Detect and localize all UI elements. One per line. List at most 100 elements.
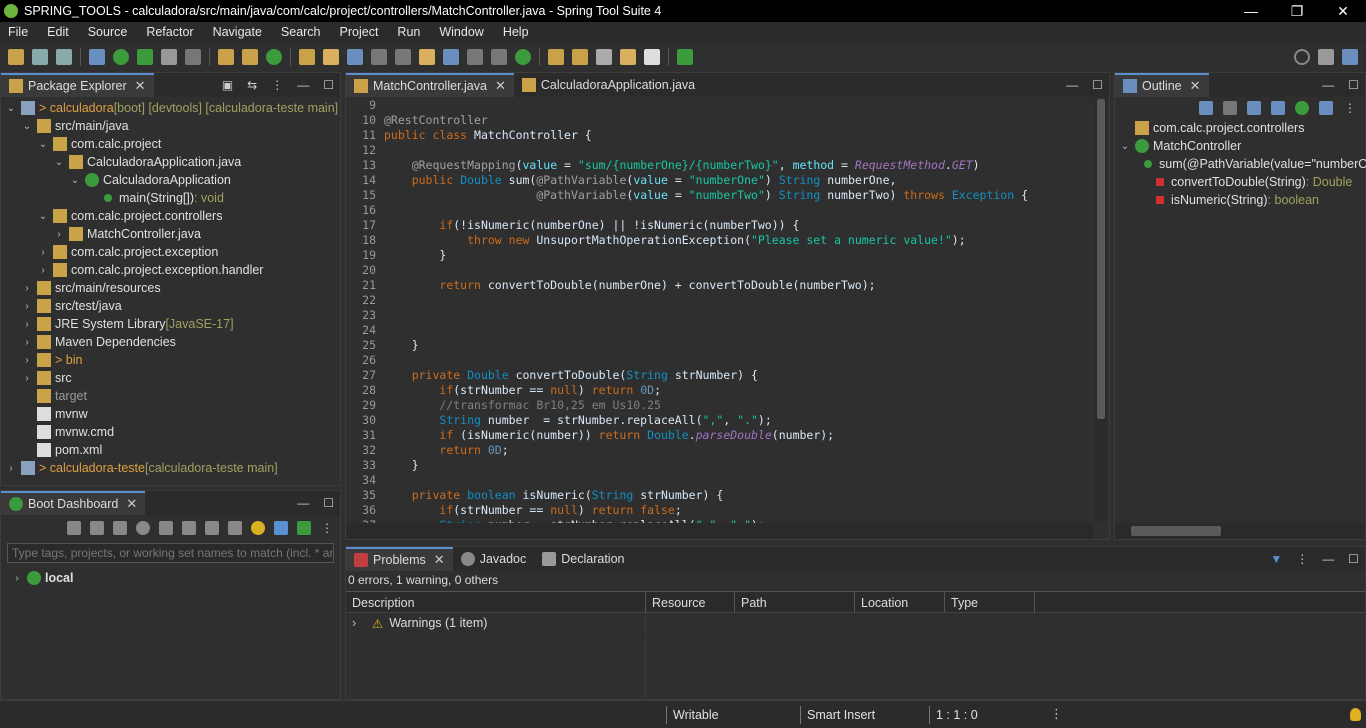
code-line[interactable] <box>384 143 1091 158</box>
chevron-right-icon[interactable]: › <box>21 283 33 294</box>
chevron-down-icon[interactable]: ⌄ <box>69 175 81 186</box>
tab-matchcontroller-java[interactable]: MatchController.java ✕ <box>346 73 514 97</box>
open-perspective-icon[interactable] <box>1318 49 1334 65</box>
spring-toolbar-icon[interactable] <box>515 49 531 65</box>
pilcrow-icon[interactable] <box>491 49 507 65</box>
status-menu-icon[interactable]: ⋮ <box>1050 706 1063 722</box>
tree-item[interactable]: convertToDouble(String) : Double <box>1115 173 1365 191</box>
close-icon[interactable]: ✕ <box>1190 78 1201 94</box>
collapse-all-icon[interactable]: ▣ <box>222 78 233 92</box>
chevron-right-icon[interactable]: › <box>21 337 33 348</box>
code-line[interactable]: @RestController <box>384 113 1091 128</box>
tab-outline[interactable]: Outline ✕ <box>1115 73 1209 97</box>
tree-item[interactable]: isNumeric(String) : boolean <box>1115 191 1365 209</box>
tree-item[interactable]: mvnw <box>1 405 340 423</box>
boot-target-item[interactable]: › local <box>1 569 340 587</box>
lightbulb-icon[interactable] <box>251 521 265 535</box>
editor-horizontal-scrollbar[interactable] <box>346 523 1093 539</box>
menu-item-search[interactable]: Search <box>281 25 321 39</box>
tree-item[interactable]: › MatchController.java <box>1 225 340 243</box>
pin-editor-icon[interactable] <box>677 49 693 65</box>
view-menu-icon[interactable]: ⋮ <box>271 78 283 92</box>
minimize-view-icon[interactable]: — <box>297 496 309 510</box>
code-line[interactable] <box>384 308 1091 323</box>
code-editor[interactable]: 9 10 11 12 13 14 15 16 17 18 19 20 21 22 23 24 25 26 27 28 2… <box>346 97 1109 539</box>
code-line[interactable]: return 0D; <box>384 443 1091 458</box>
code-line[interactable]: if(strNumber == null) return 0D; <box>384 383 1091 398</box>
refresh-icon[interactable] <box>182 521 196 535</box>
code-line[interactable]: @PathVariable(value = "numberTwo") Strin… <box>384 188 1091 203</box>
column-header-resource[interactable]: Resource <box>646 592 735 612</box>
stop-icon[interactable] <box>113 521 127 535</box>
view-menu-icon[interactable]: ⋮ <box>1343 101 1357 115</box>
debug-start-icon[interactable] <box>90 521 104 535</box>
hide-local-types-icon[interactable] <box>1319 101 1333 115</box>
highlight-icon[interactable] <box>419 49 435 65</box>
chevron-down-icon[interactable]: ⌄ <box>37 139 49 150</box>
tree-item[interactable]: pom.xml <box>1 441 340 459</box>
start-icon[interactable] <box>67 521 81 535</box>
block-selection-icon[interactable] <box>443 49 459 65</box>
code-line[interactable]: @RequestMapping(value = "sum/{numberOne}… <box>384 158 1091 173</box>
code-line[interactable] <box>384 203 1091 218</box>
tree-item[interactable]: › > calculadora-teste [calculadora-teste … <box>1 459 340 477</box>
code-line[interactable]: private Double convertToDouble(String st… <box>384 368 1091 383</box>
chevron-down-icon[interactable]: ⌄ <box>21 121 33 132</box>
stop-icon[interactable] <box>161 49 177 65</box>
hide-fields-icon[interactable] <box>1247 101 1261 115</box>
tab-boot-dashboard[interactable]: Boot Dashboard ✕ <box>1 491 146 515</box>
chevron-right-icon[interactable]: › <box>21 319 33 330</box>
table-row[interactable]: › ⚠ Warnings (1 item) <box>346 613 1365 633</box>
maximize-view-icon[interactable]: ☐ <box>323 78 334 92</box>
menu-item-project[interactable]: Project <box>340 25 379 39</box>
previous-annotation-icon[interactable] <box>572 49 588 65</box>
tree-item[interactable]: main(String[]) : void <box>1 189 340 207</box>
last-edit-icon[interactable] <box>596 49 612 65</box>
close-icon[interactable]: ✕ <box>135 78 146 94</box>
chevron-down-icon[interactable]: ⌄ <box>37 211 49 222</box>
tree-item[interactable]: › src/test/java <box>1 297 340 315</box>
tree-item[interactable]: sum(@PathVariable(value="numberOne") <box>1115 155 1366 173</box>
scroll-thumb[interactable] <box>1131 526 1221 536</box>
code-line[interactable]: return convertToDouble(numberOne) + conv… <box>384 278 1091 293</box>
show-whitespace-icon[interactable] <box>467 49 483 65</box>
close-icon[interactable]: ✕ <box>495 78 506 94</box>
terminal-icon[interactable] <box>347 49 363 65</box>
chevron-right-icon[interactable]: › <box>21 301 33 312</box>
chevron-right-icon[interactable]: › <box>21 373 33 384</box>
code-line[interactable]: if(!isNumeric(numberOne) || !isNumeric(n… <box>384 218 1091 233</box>
code-line[interactable]: } <box>384 338 1091 353</box>
code-line[interactable]: private boolean isNumeric(String strNumb… <box>384 488 1091 503</box>
minimize-view-icon[interactable]: — <box>1322 78 1334 92</box>
minimize-view-icon[interactable]: — <box>1066 78 1078 92</box>
tree-item[interactable]: ⌄ MatchController <box>1115 137 1365 155</box>
minimize-button[interactable]: — <box>1228 0 1274 22</box>
edit-icon[interactable] <box>205 521 219 535</box>
open-type-icon[interactable] <box>299 49 315 65</box>
menu-item-edit[interactable]: Edit <box>47 25 69 39</box>
boot-dashboard-search-input[interactable]: Type tags, projects, or working set name… <box>7 543 334 563</box>
tab-problems[interactable]: Problems ✕ <box>346 547 453 571</box>
java-perspective-icon[interactable] <box>1342 49 1358 65</box>
chevron-right-icon[interactable]: › <box>352 616 366 630</box>
maximize-view-icon[interactable]: ☐ <box>1348 552 1359 566</box>
tree-item[interactable]: ⌄ CalculadoraApplication.java <box>1 153 340 171</box>
hide-static-icon[interactable] <box>1271 101 1285 115</box>
code-text[interactable]: @RestController public class MatchControl… <box>384 97 1091 523</box>
sort-icon[interactable] <box>1223 101 1237 115</box>
save-all-icon[interactable] <box>56 49 72 65</box>
save-icon[interactable] <box>32 49 48 65</box>
chevron-down-icon[interactable]: ⌄ <box>53 157 65 168</box>
tree-item[interactable]: › com.calc.project.exception.handler <box>1 261 340 279</box>
tree-item[interactable]: ⌄ com.calc.project.controllers <box>1 207 340 225</box>
forward-icon[interactable] <box>644 49 660 65</box>
menu-item-file[interactable]: File <box>8 25 28 39</box>
tree-item[interactable]: ⌄ > calculadora [boot] [devtools] [calcul… <box>1 99 340 117</box>
maximize-view-icon[interactable]: ☐ <box>1092 78 1103 92</box>
tree-item[interactable]: target <box>1 387 340 405</box>
code-line[interactable]: if (isNumeric(number)) return Double.par… <box>384 428 1091 443</box>
tab-javadoc[interactable]: Javadoc <box>453 547 535 571</box>
menu-item-help[interactable]: Help <box>503 25 529 39</box>
tab-calculadoraapplication-java[interactable]: CalculadoraApplication.java <box>514 73 703 97</box>
chevron-right-icon[interactable]: › <box>21 355 33 366</box>
